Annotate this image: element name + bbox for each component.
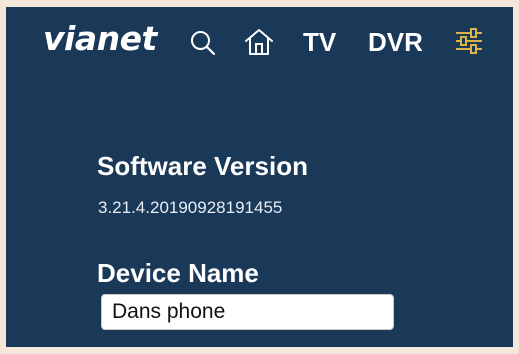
top-nav-bar: vianet TV DVR [6, 7, 513, 79]
app-screen: vianet TV DVR Software Version 3.21.4.20… [6, 7, 513, 347]
home-icon[interactable] [243, 27, 275, 57]
dvr-nav-link[interactable]: DVR [368, 25, 423, 59]
search-icon[interactable] [189, 29, 217, 57]
device-name-heading: Device Name [97, 258, 259, 288]
sliders-icon[interactable] [454, 27, 484, 55]
device-frame: vianet TV DVR Software Version 3.21.4.20… [0, 0, 519, 354]
software-version-heading: Software Version [97, 151, 308, 181]
device-name-input[interactable] [101, 294, 394, 330]
software-version-value: 3.21.4.20190928191455 [98, 198, 283, 217]
tv-nav-link[interactable]: TV [303, 25, 336, 59]
vianet-logo: vianet [43, 19, 157, 58]
